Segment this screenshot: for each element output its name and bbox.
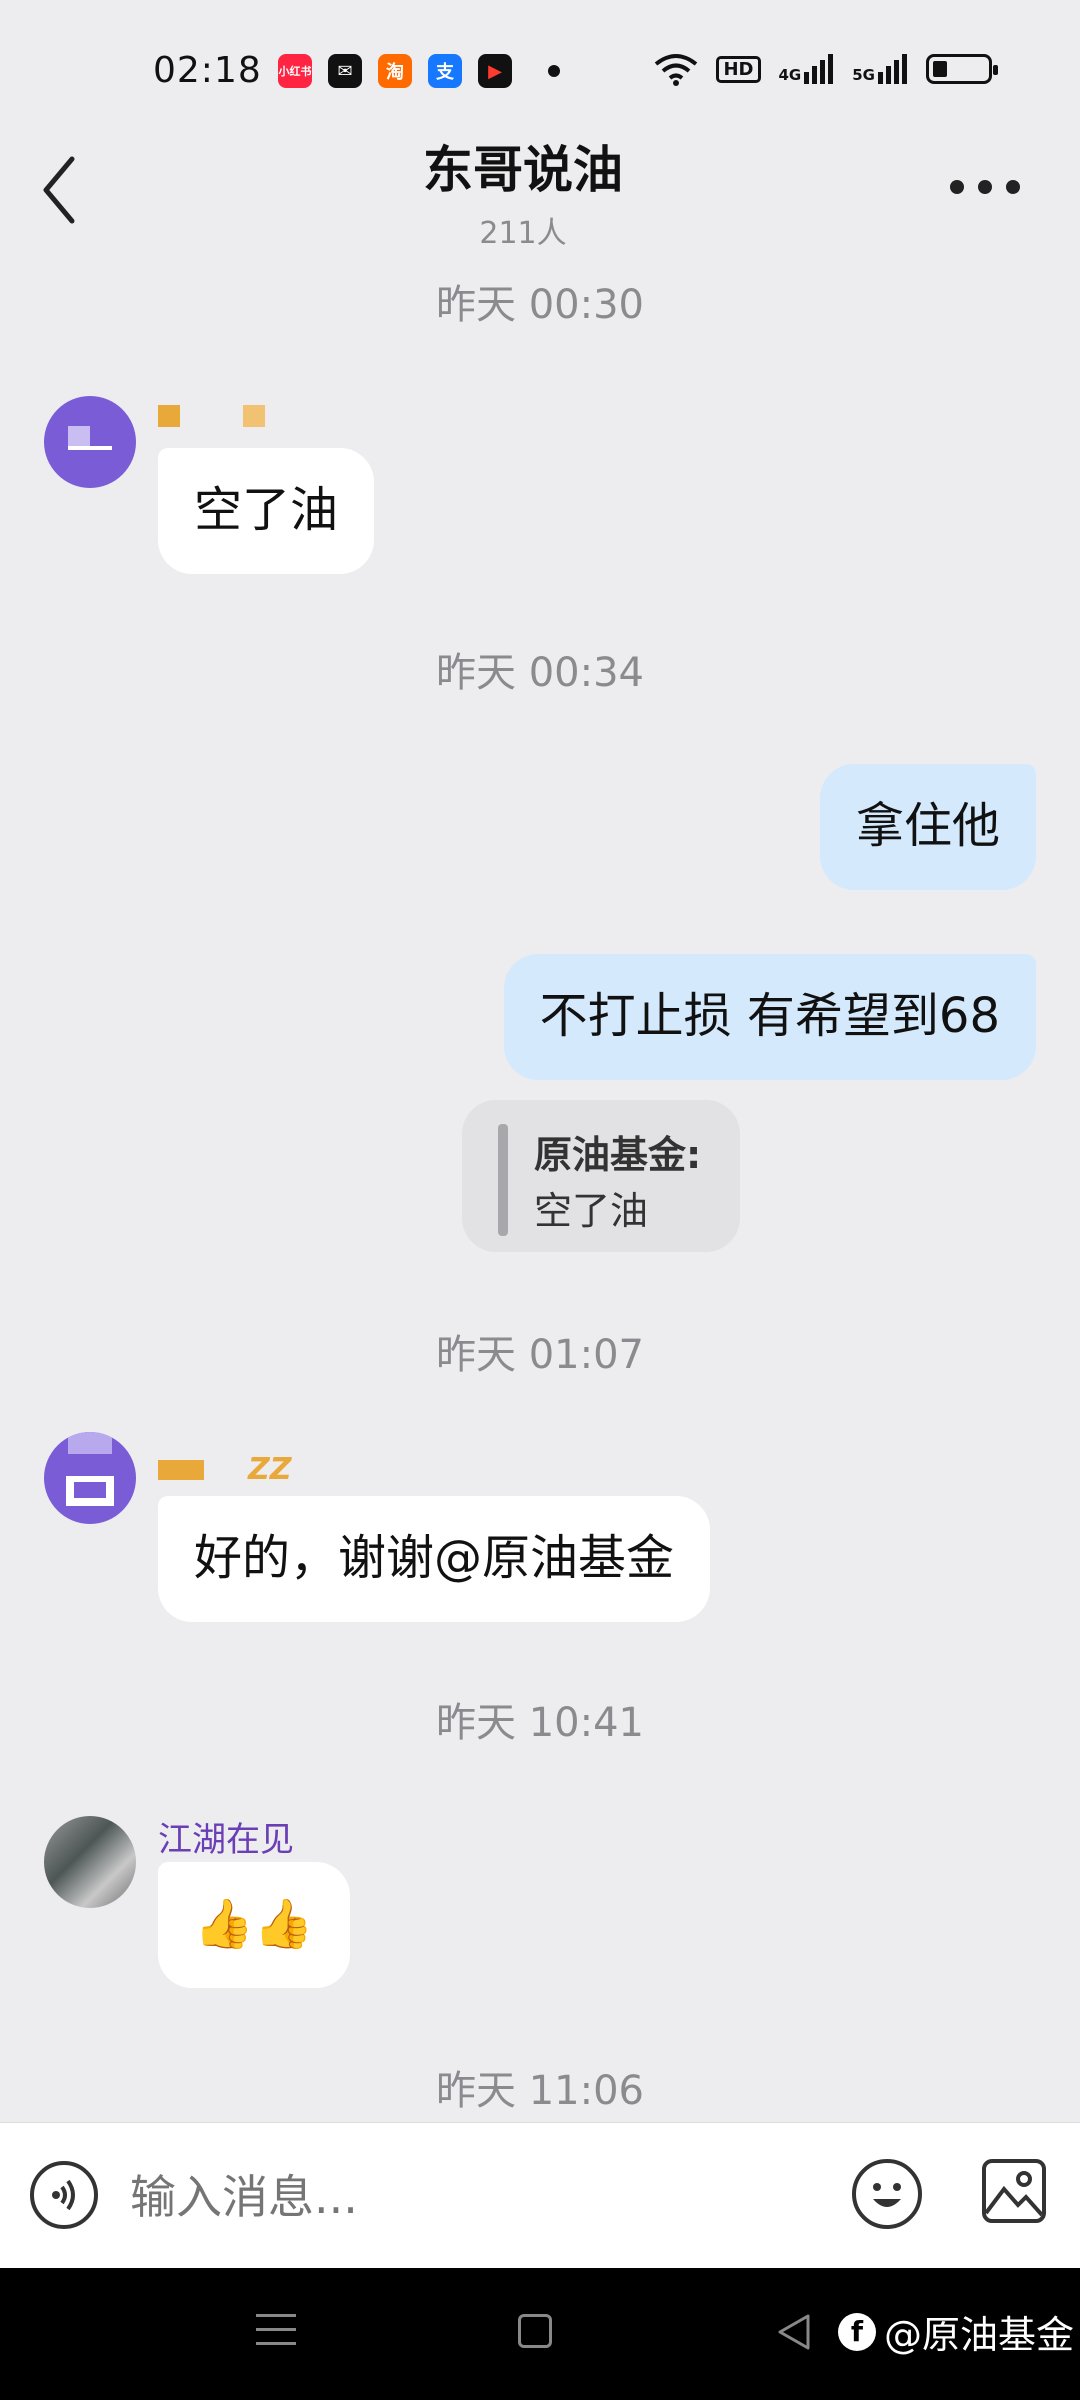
watermark-text: @原油基金: [884, 2313, 1075, 2357]
status-bar: 02:18 小红书 ✉ 淘 支 ▶ HD 4G 5G: [0, 0, 1080, 140]
message-bubble[interactable]: 空了油: [158, 448, 375, 574]
quote-bar: [498, 1124, 508, 1236]
voice-icon[interactable]: [30, 2161, 98, 2229]
input-bar: [0, 2122, 1080, 2268]
timestamp: 昨天 10:41: [436, 1700, 644, 1746]
battery-icon: [926, 54, 998, 84]
xiaohongshu-icon: 小红书: [278, 54, 312, 88]
more-notifications-dot: [548, 65, 560, 77]
emoji-icon[interactable]: [852, 2159, 922, 2229]
nav-back-icon[interactable]: [774, 2312, 814, 2352]
quote-sender: 原油基金:: [534, 1133, 702, 1177]
facebook-icon: f: [838, 2312, 876, 2351]
timestamp: 昨天 00:34: [436, 650, 644, 696]
notification-icons: 小红书 ✉ 淘 支 ▶: [278, 54, 560, 88]
wifi-icon: [655, 54, 698, 86]
taobao-icon: 淘: [378, 54, 412, 88]
message-input[interactable]: [130, 2167, 780, 2227]
system-icons: HD 4G 5G: [654, 52, 998, 86]
more-options-icon[interactable]: [950, 180, 1020, 194]
avatar[interactable]: [44, 1432, 136, 1524]
chat-title: 东哥说油: [423, 141, 623, 199]
home-icon[interactable]: [518, 2314, 552, 2348]
sender-name: ZZ: [158, 1452, 292, 1487]
message-bubble-own[interactable]: 拿住他: [819, 764, 1036, 890]
signal-4g-icon: 4G: [779, 54, 835, 84]
watermark: f @原油基金: [838, 2304, 1074, 2359]
hd-icon: HD: [716, 55, 761, 83]
navigation-bar: f @原油基金: [0, 2268, 1080, 2400]
video-icon: ▶: [478, 54, 512, 88]
signal-5g-icon: 5G: [852, 54, 908, 84]
status-time: 02:18: [153, 50, 262, 91]
avatar[interactable]: [44, 1816, 136, 1908]
timestamp: 昨天 00:30: [436, 282, 644, 328]
sender-name: [158, 400, 266, 435]
quote-text: 空了油: [534, 1189, 649, 1233]
message-bubble[interactable]: 好的，谢谢@原油基金: [158, 1496, 711, 1622]
message-bubble[interactable]: 👍👍: [158, 1862, 350, 1988]
quoted-reply[interactable]: 原油基金: 空了油: [462, 1100, 740, 1252]
timestamp: 昨天 11:06: [436, 2068, 644, 2114]
timestamp: 昨天 01:07: [436, 1332, 644, 1378]
message-bubble-own[interactable]: 不打止损 有希望到68: [503, 954, 1036, 1080]
menu-icon[interactable]: [256, 2314, 296, 2354]
alipay-icon: 支: [428, 54, 462, 88]
member-count[interactable]: 211人: [0, 208, 1046, 252]
avatar[interactable]: [44, 396, 136, 488]
mail-icon: ✉: [328, 54, 362, 88]
image-icon[interactable]: [982, 2159, 1046, 2223]
sender-name: 江湖在见: [158, 1820, 294, 1860]
